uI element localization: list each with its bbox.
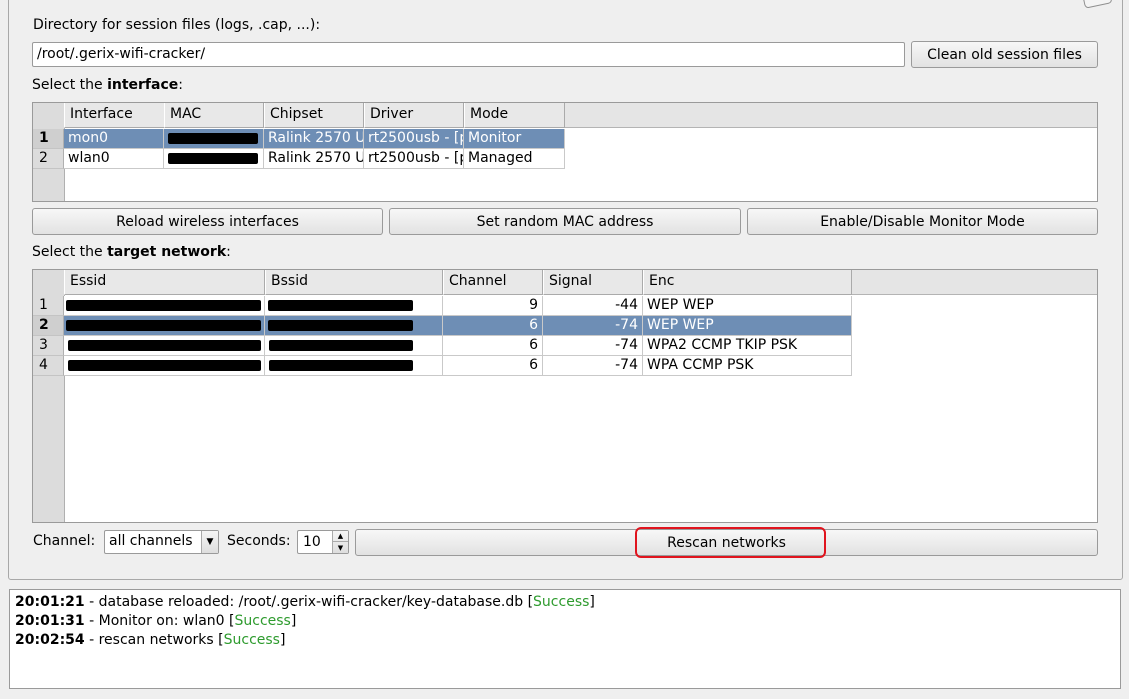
network-cell-signal[interactable]: -74 <box>543 336 643 356</box>
log-panel: 20:01:21 - database reloaded: /root/.ger… <box>9 589 1121 689</box>
network-col-channel[interactable]: Channel <box>443 270 543 295</box>
target-label-bold: target network <box>107 244 227 260</box>
interface-col-mode[interactable]: Mode <box>464 103 565 128</box>
redacted-bssid <box>268 320 413 331</box>
log-text: - Monitor on: wlan0 [ <box>84 613 235 629</box>
network-col-signal[interactable]: Signal <box>543 270 643 295</box>
interface-row-number[interactable]: 1 <box>33 129 64 149</box>
redacted-essid <box>68 340 261 351</box>
channel-label: Channel: <box>33 533 96 549</box>
log-status: Success <box>533 594 590 610</box>
target-section-label: Select the target network: <box>32 244 231 260</box>
log-status: Success <box>223 632 280 648</box>
log-end: ] <box>290 613 297 629</box>
network-cell-essid[interactable] <box>64 316 265 336</box>
network-cell-essid[interactable] <box>64 356 265 376</box>
interface-cell-mode[interactable]: Managed <box>464 149 565 169</box>
interface-cell-name[interactable]: mon0 <box>64 129 164 149</box>
target-label-text: Select the <box>32 244 108 260</box>
network-row-number[interactable]: 3 <box>33 336 64 356</box>
caret-down-icon[interactable]: ▼ <box>333 542 348 553</box>
interface-label-text: Select the <box>32 77 108 93</box>
network-cell-signal[interactable]: -74 <box>543 316 643 336</box>
interface-table[interactable]: Interface MAC Chipset Driver Mode 1 mon0… <box>32 102 1098 202</box>
network-cell-bssid[interactable] <box>265 296 443 316</box>
rescan-networks-button[interactable]: Rescan networks <box>355 529 1098 556</box>
redacted-mac <box>168 153 258 164</box>
log-time: 20:01:31 <box>15 613 85 629</box>
caret-up-icon[interactable]: ▲ <box>333 531 348 542</box>
seconds-value[interactable]: 10 <box>303 534 321 550</box>
redacted-essid <box>66 300 261 311</box>
interface-cell-driver[interactable]: rt2500usb - [p <box>364 149 464 169</box>
channel-select-value: all channels <box>109 533 193 549</box>
reload-interfaces-button[interactable]: Reload wireless interfaces <box>32 208 383 235</box>
interface-cell-mode[interactable]: Monitor <box>464 129 565 149</box>
log-time: 20:01:21 <box>15 594 85 610</box>
network-cell-enc[interactable]: WEP WEP <box>643 296 852 316</box>
interface-cell-chipset[interactable]: Ralink 2570 U <box>264 149 364 169</box>
network-cell-channel[interactable]: 6 <box>443 316 543 336</box>
network-row-number[interactable]: 4 <box>33 356 64 376</box>
log-end: ] <box>589 594 595 610</box>
redacted-essid <box>66 320 261 331</box>
interface-cell-driver[interactable]: rt2500usb - [p <box>364 129 464 149</box>
log-line: 20:01:21 - database reloaded: /root/.ger… <box>15 593 1115 612</box>
log-line: 20:02:54 - rescan networks [Success] <box>15 631 1115 650</box>
session-dir-label: Directory for session files (logs, .cap,… <box>33 17 321 33</box>
interface-col-chipset[interactable]: Chipset <box>264 103 364 128</box>
redacted-mac <box>168 133 258 144</box>
interface-section-label: Select the interface: <box>32 77 183 93</box>
network-col-essid[interactable]: Essid <box>64 270 265 295</box>
chevron-down-icon[interactable]: ▼ <box>201 531 218 553</box>
network-cell-bssid[interactable] <box>265 316 443 336</box>
redacted-bssid <box>269 360 413 371</box>
interface-col-driver[interactable]: Driver <box>364 103 464 128</box>
seconds-label: Seconds: <box>227 533 291 549</box>
log-end: ] <box>279 632 286 648</box>
interface-label-colon: : <box>178 77 183 93</box>
network-row-number[interactable]: 2 <box>33 316 64 336</box>
network-col-bssid[interactable]: Bssid <box>265 270 443 295</box>
redacted-bssid <box>268 300 413 311</box>
interface-cell-mac[interactable] <box>164 129 264 149</box>
network-cell-channel[interactable]: 9 <box>443 296 543 316</box>
network-col-enc[interactable]: Enc <box>643 270 852 295</box>
network-cell-enc[interactable]: WPA2 CCMP TKIP PSK <box>643 336 852 356</box>
log-line: 20:01:31 - Monitor on: wlan0 [Success] <box>15 612 1115 631</box>
channel-select[interactable]: all channels ▼ <box>104 530 219 554</box>
network-cell-enc[interactable]: WPA CCMP PSK <box>643 356 852 376</box>
network-cell-signal[interactable]: -74 <box>543 356 643 376</box>
target-label-colon: : <box>226 244 231 260</box>
log-text: - database reloaded: /root/.gerix-wifi-c… <box>84 594 534 610</box>
monitor-mode-button[interactable]: Enable/Disable Monitor Mode <box>747 208 1098 235</box>
interface-cell-name[interactable]: wlan0 <box>64 149 164 169</box>
log-text: - rescan networks [ <box>84 632 224 648</box>
interface-row-number[interactable]: 2 <box>33 149 64 169</box>
interface-label-bold: interface <box>107 77 179 93</box>
redacted-essid <box>68 360 261 371</box>
network-row-number[interactable]: 1 <box>33 296 64 316</box>
random-mac-button[interactable]: Set random MAC address <box>389 208 741 235</box>
seconds-spin-buttons[interactable]: ▲ ▼ <box>332 531 348 553</box>
interface-col-mac[interactable]: MAC <box>164 103 264 128</box>
network-cell-bssid[interactable] <box>265 336 443 356</box>
interface-cell-chipset[interactable]: Ralink 2570 U <box>264 129 364 149</box>
network-cell-bssid[interactable] <box>265 356 443 376</box>
redacted-bssid <box>269 340 413 351</box>
clean-session-button[interactable]: Clean old session files <box>911 41 1098 68</box>
log-time: 20:02:54 <box>15 632 85 648</box>
session-dir-input[interactable]: /root/.gerix-wifi-cracker/ <box>32 42 905 67</box>
network-cell-signal[interactable]: -44 <box>543 296 643 316</box>
network-cell-essid[interactable] <box>64 336 265 356</box>
interface-cell-mac[interactable] <box>164 149 264 169</box>
seconds-spinbox[interactable]: 10 ▲ ▼ <box>297 530 349 554</box>
network-table[interactable]: Essid Bssid Channel Signal Enc 1 9 -44 W… <box>32 269 1098 523</box>
log-status: Success <box>234 613 291 629</box>
network-cell-enc[interactable]: WEP WEP <box>643 316 852 336</box>
network-cell-essid[interactable] <box>64 296 265 316</box>
network-cell-channel[interactable]: 6 <box>443 336 543 356</box>
network-cell-channel[interactable]: 6 <box>443 356 543 376</box>
